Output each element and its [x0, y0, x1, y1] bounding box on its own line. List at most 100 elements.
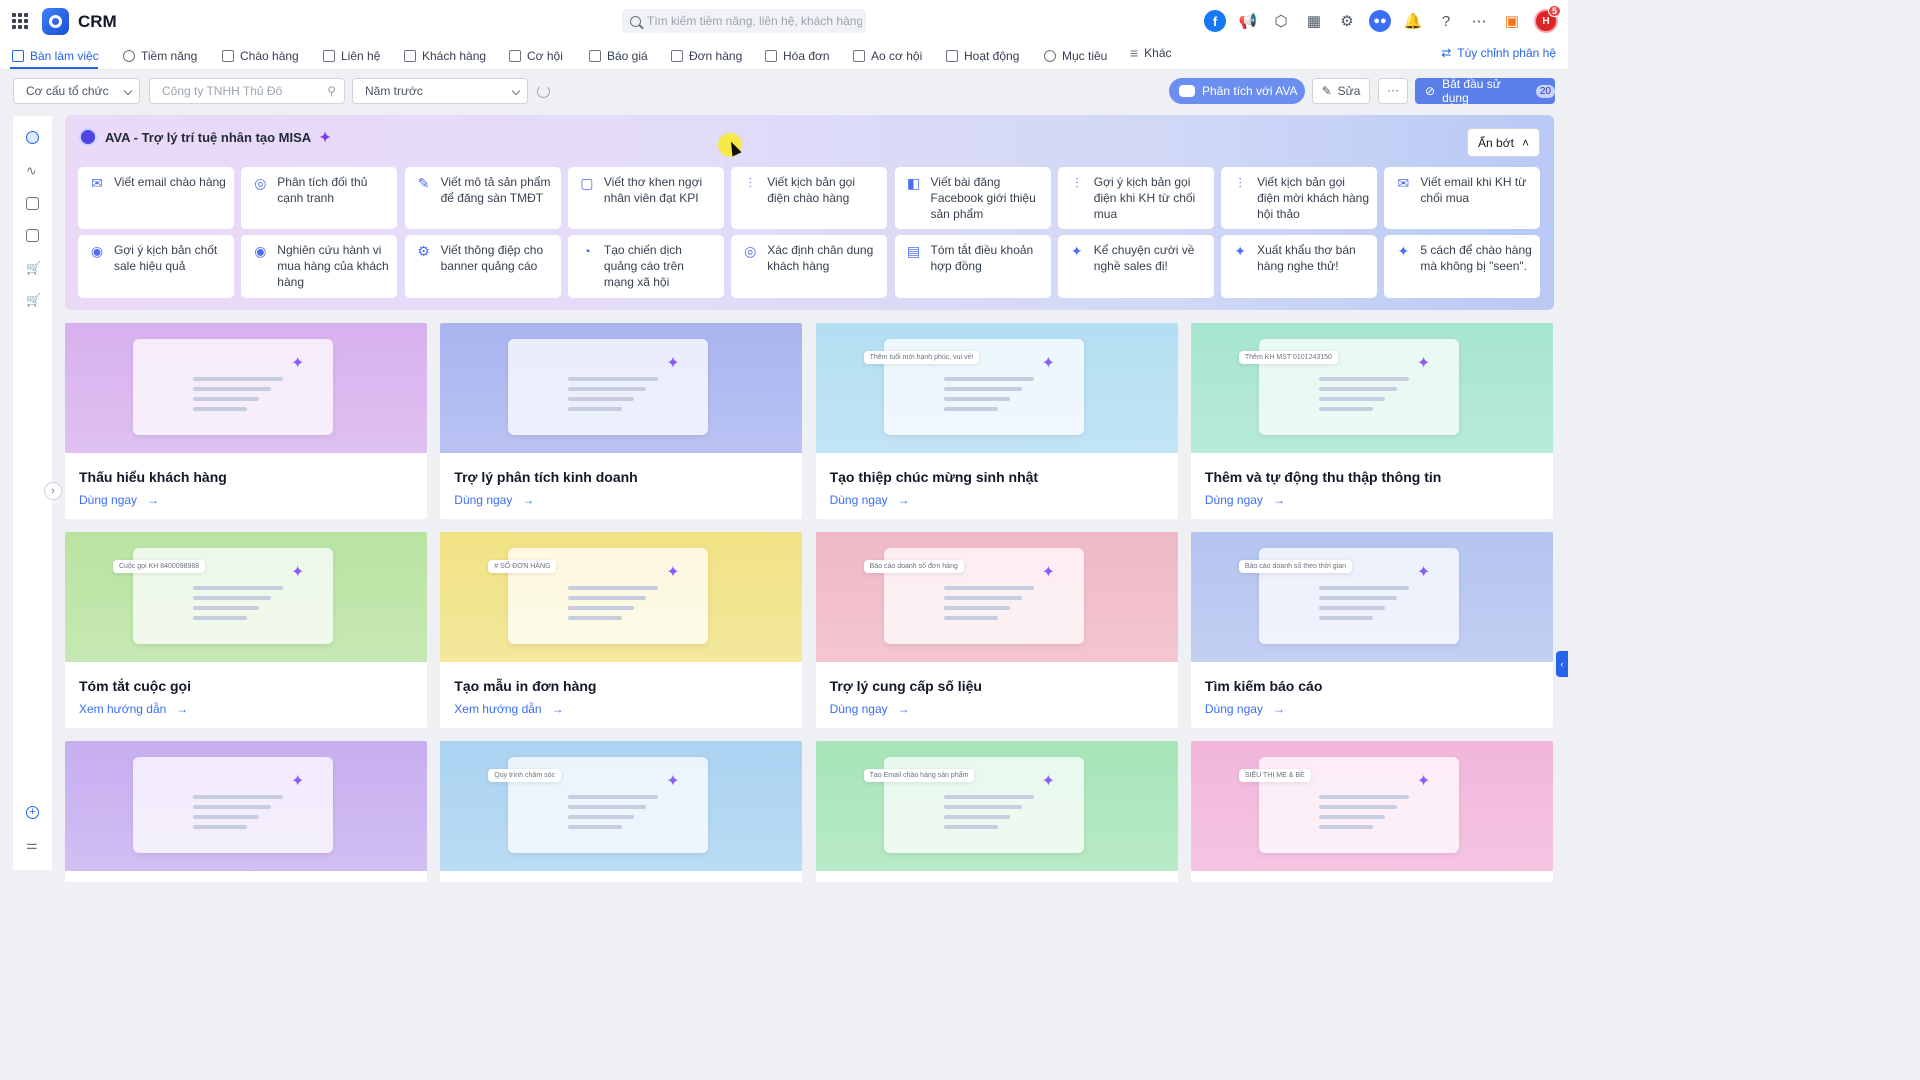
feature-card[interactable]: Báo cáo doanh số đơn hàng ✦ Trợ lý cung cấ… [815, 532, 1178, 728]
ava-prompt-card[interactable]: ▢ Viết thơ khen ngợi nhân viên đạt KPI [567, 167, 724, 229]
building-icon[interactable] [26, 229, 39, 242]
nav-item-orders[interactable]: Đơn hàng [671, 46, 742, 66]
nav-item-contacts[interactable]: Liên hệ [323, 46, 380, 66]
mockup-line [193, 586, 283, 590]
ava-prompt-card[interactable]: ✦ 5 cách để chào hàng mà không bị "seen". [1384, 235, 1541, 298]
nav-item-leads[interactable]: Tiềm năng [123, 46, 197, 66]
ava-prompt-card[interactable]: ⫶ Viết kịch bản gọi điện chào hàng [731, 167, 888, 229]
ava-prompt-card[interactable]: ▤ Tóm tắt điều khoản hợp đồng [894, 235, 1051, 298]
ava-robot-icon[interactable] [26, 131, 39, 144]
ava-prompt-card[interactable]: ⫶ Gợi ý kịch bản gọi điện khi KH từ chối … [1057, 167, 1214, 229]
feature-card[interactable]: SIÊU THỊ MẸ & BÉ ✦ [1190, 741, 1553, 882]
feature-card-title: Trợ lý cung cấp số liệu [829, 678, 982, 694]
feature-card[interactable]: Cuộc gọi KH 8400098988 ✦ Tóm tắt cuộc gọi X… [65, 532, 427, 728]
more-actions-button[interactable]: ··· [1378, 78, 1408, 104]
feature-card-link[interactable]: Xem hướng dẫn → [79, 702, 188, 716]
search-input[interactable] [647, 14, 862, 28]
ava-prompt-card[interactable]: ✦ Xuất khẩu thơ bán hàng nghe thử! [1221, 235, 1378, 298]
customize-label: Tùy chỉnh phân hệ [1457, 46, 1556, 60]
hide-less-button[interactable]: Ẩn bớt ˄ [1467, 128, 1540, 157]
nav-item-goals[interactable]: Mục tiêu [1044, 46, 1107, 66]
settings-icon[interactable]: ⚙ [1336, 10, 1358, 32]
feature-card[interactable]: ✦ Thấu hiểu khách hàng Dùng ngay → [65, 323, 427, 519]
nav-item-opportunity-pool[interactable]: Ao cơ hội [853, 46, 922, 66]
ava-prompt-label: Nghiên cứu hành vi mua hàng của khách hà… [277, 243, 389, 289]
ava-prompt-card[interactable]: ◉ Gợi ý kịch bản chốt sale hiệu quả [78, 235, 234, 298]
more-options-icon[interactable]: ⋯ [1468, 10, 1490, 32]
ava-prompt-card[interactable]: ◎ Phân tích đối thủ cạnh tranh [241, 167, 398, 229]
org-select-value: Cơ cấu tổ chức [26, 84, 109, 98]
ava-prompt-card[interactable]: ✉ Viết email chào hàng [78, 167, 234, 229]
nav-item-more[interactable]: ≡ Khác [1130, 43, 1172, 63]
customize-modules-link[interactable]: ⇄ Tùy chỉnh phân hệ [1441, 46, 1556, 60]
nav-item-customers[interactable]: Khách hàng [404, 46, 486, 66]
feature-card-link[interactable]: Dùng ngay → [830, 493, 910, 507]
ava-prompt-card[interactable]: ◔ Tạo chiến dịch quảng cáo trên mạng xã h… [567, 235, 724, 298]
mockup-line [193, 825, 247, 829]
megaphone-icon[interactable]: 📢 [1237, 10, 1259, 32]
global-search[interactable] [622, 9, 866, 33]
feature-card[interactable]: # SỐ ĐƠN HÀNG ✦ Tạo mẫu in đơn hàng Xem hướ… [440, 532, 803, 728]
mockup-line [193, 815, 259, 819]
feature-card-link[interactable]: Dùng ngay → [454, 493, 534, 507]
ava-prompt-card[interactable]: ✎ Viết mô tả sản phẩm để đăng sàn TMĐT [404, 167, 561, 229]
clipboard-icon[interactable] [26, 197, 39, 210]
feature-card[interactable]: ✦ [65, 741, 427, 882]
ava-prompt-card[interactable]: ⚙ Viết thông điệp cho banner quảng cáo [404, 235, 561, 298]
feature-card-link-label: Dùng ngay [454, 493, 513, 507]
feature-card-link[interactable]: Dùng ngay → [79, 493, 159, 507]
nav-item-desk[interactable]: Bàn làm việc [12, 46, 99, 66]
feature-card[interactable]: Tạo Email chào hàng sản phẩm ✦ [815, 741, 1178, 882]
ava-prompt-card[interactable]: ◉ Nghiên cứu hành vi mua hàng của khách h… [241, 235, 398, 298]
feature-card[interactable]: Thêm tuổi mới hạnh phúc, vui vẻ! ✦ Tạo thi… [815, 323, 1178, 519]
gift-box-icon[interactable]: ▣ [1501, 10, 1523, 32]
nav-item-activities[interactable]: Hoạt động [946, 46, 1019, 66]
feature-card-link[interactable]: Dùng ngay → [1205, 493, 1285, 507]
edit-label: Sửa [1337, 84, 1361, 98]
ava-prompt-card[interactable]: ✉ Viết email khi KH từ chối mua [1384, 167, 1541, 229]
nav-item-invoices[interactable]: Hóa đơn [765, 46, 830, 66]
cart-add-icon[interactable]: 🛒 [26, 294, 41, 307]
ava-prompt-card[interactable]: ◎ Xác định chân dung khách hàng [731, 235, 888, 298]
feature-card-link[interactable]: Dùng ngay → [1205, 702, 1285, 716]
edit-button[interactable]: ✎ Sửa [1312, 78, 1370, 104]
facebook-icon[interactable]: f [1204, 10, 1226, 32]
refresh-icon[interactable] [537, 85, 550, 98]
feature-card[interactable]: Báo cáo doanh số theo thời gian ✦ Tìm kiếm… [1190, 532, 1553, 728]
nav-label: Báo giá [607, 49, 648, 63]
nav-item-opportunities[interactable]: Cơ hội [509, 46, 563, 66]
period-select[interactable]: Năm trước [352, 78, 528, 104]
feature-card[interactable]: ✦ Trợ lý phân tích kinh doanh Dùng ngay → [440, 323, 803, 519]
feature-card-link[interactable]: Xem hướng dẫn → [454, 702, 563, 716]
right-panel-toggle[interactable]: ‹ [1556, 651, 1568, 677]
mockup-line [943, 825, 998, 829]
app-grid-icon[interactable] [12, 13, 28, 29]
ava-prompt-card[interactable]: ◧ Viết bài đăng Facebook giới thiệu sản p… [894, 167, 1051, 229]
nav-item-offers[interactable]: Chào hàng [222, 46, 299, 66]
activity-pulse-icon[interactable]: ∿ [26, 164, 39, 177]
help-icon[interactable]: ? [1435, 10, 1457, 32]
notification-bell-icon[interactable]: 🔔 [1402, 10, 1424, 32]
ava-prompt-card[interactable]: ✦ Kể chuyện cười về nghề sales đi! [1057, 235, 1214, 298]
feature-card-title: Tìm kiếm báo cáo [1204, 678, 1323, 694]
cart-icon[interactable]: 🛒 [26, 262, 41, 275]
company-select[interactable]: Công ty TNHH Thủ Đô ⚲ [149, 78, 345, 104]
arrow-right-icon: → [176, 702, 189, 716]
org-structure-select[interactable]: Cơ cấu tổ chức [13, 78, 140, 104]
feature-card-link[interactable]: Dùng ngay → [830, 702, 910, 716]
sidebar-expand-button[interactable]: › [44, 482, 62, 500]
crm-logo[interactable] [42, 8, 69, 35]
calendar-icon[interactable]: ▦ [1303, 10, 1325, 32]
analyze-with-ava-button[interactable]: Phân tích với AVA [1169, 78, 1305, 104]
feature-card[interactable]: Quy trình chăm sóc ✦ [440, 741, 803, 882]
user-avatar[interactable]: H 5 [1534, 5, 1561, 33]
package-icon[interactable]: ⬡ [1270, 10, 1292, 32]
chat-icon[interactable]: ●● [1369, 10, 1391, 32]
add-circle-icon[interactable]: + [26, 806, 39, 819]
nav-label: Hoạt động [964, 49, 1020, 63]
get-started-button[interactable]: ⊘ Bắt đầu sử dụng 20 [1415, 77, 1555, 105]
ava-prompt-card[interactable]: ⫶ Viết kịch bản gọi điện mời khách hàng h… [1221, 167, 1378, 229]
feature-card[interactable]: Thêm KH MST 0101243150 ✦ Thêm và tự động t… [1190, 323, 1553, 519]
nav-item-quotes[interactable]: Báo giá [589, 46, 648, 66]
sliders-icon[interactable]: ⚌ [26, 838, 39, 851]
